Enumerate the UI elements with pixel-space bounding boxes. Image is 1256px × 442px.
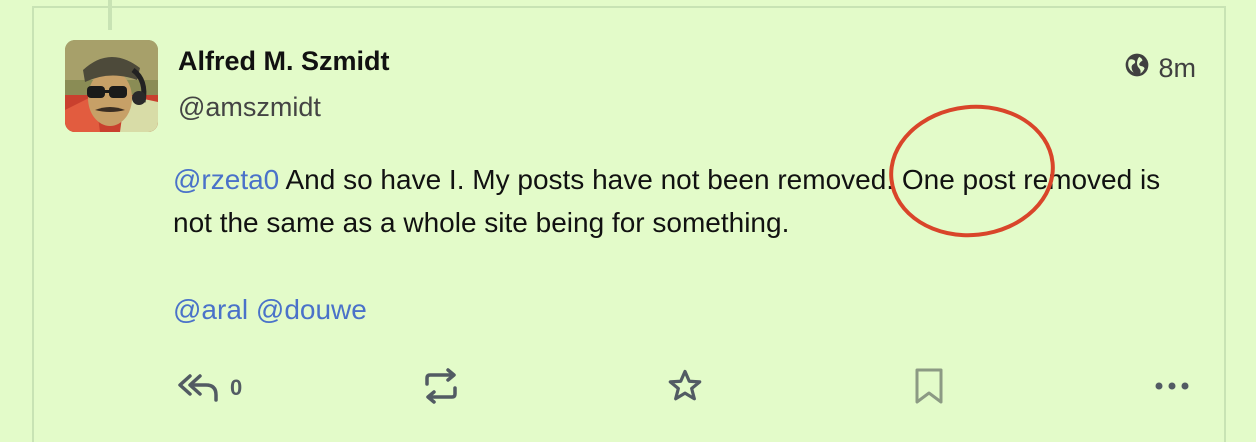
mention-link[interactable]: @rzeta0 bbox=[173, 164, 279, 195]
post-paragraph-2: @aral @douwe bbox=[173, 288, 1203, 331]
bookmark-icon bbox=[912, 367, 946, 410]
display-name[interactable]: Alfred M. Szmidt bbox=[178, 46, 390, 77]
mention-link[interactable]: @aral bbox=[173, 294, 248, 325]
post-card: Alfred M. Szmidt @amszmidt 8m @rzeta0 An… bbox=[0, 0, 1256, 442]
avatar[interactable] bbox=[65, 40, 158, 132]
reply-all-icon bbox=[176, 370, 220, 407]
account-handle[interactable]: @amszmidt bbox=[178, 92, 321, 123]
card-border-top bbox=[32, 6, 1226, 8]
thread-connector-line bbox=[108, 0, 112, 30]
timestamp[interactable]: 8m bbox=[1158, 53, 1196, 84]
favourite-button[interactable] bbox=[666, 362, 704, 414]
boost-icon bbox=[421, 367, 461, 409]
reply-count: 0 bbox=[230, 375, 243, 400]
star-icon bbox=[666, 367, 704, 410]
bookmark-button[interactable] bbox=[912, 362, 946, 414]
globe-icon bbox=[1124, 52, 1150, 85]
more-options-button[interactable] bbox=[1154, 362, 1190, 414]
post-meta: 8m bbox=[1124, 52, 1196, 85]
action-bar: 0 bbox=[0, 362, 1256, 414]
boost-button[interactable] bbox=[421, 362, 461, 414]
more-icon bbox=[1154, 379, 1190, 397]
mention-link[interactable]: @douwe bbox=[256, 294, 367, 325]
reply-button[interactable]: 0 bbox=[176, 362, 242, 414]
